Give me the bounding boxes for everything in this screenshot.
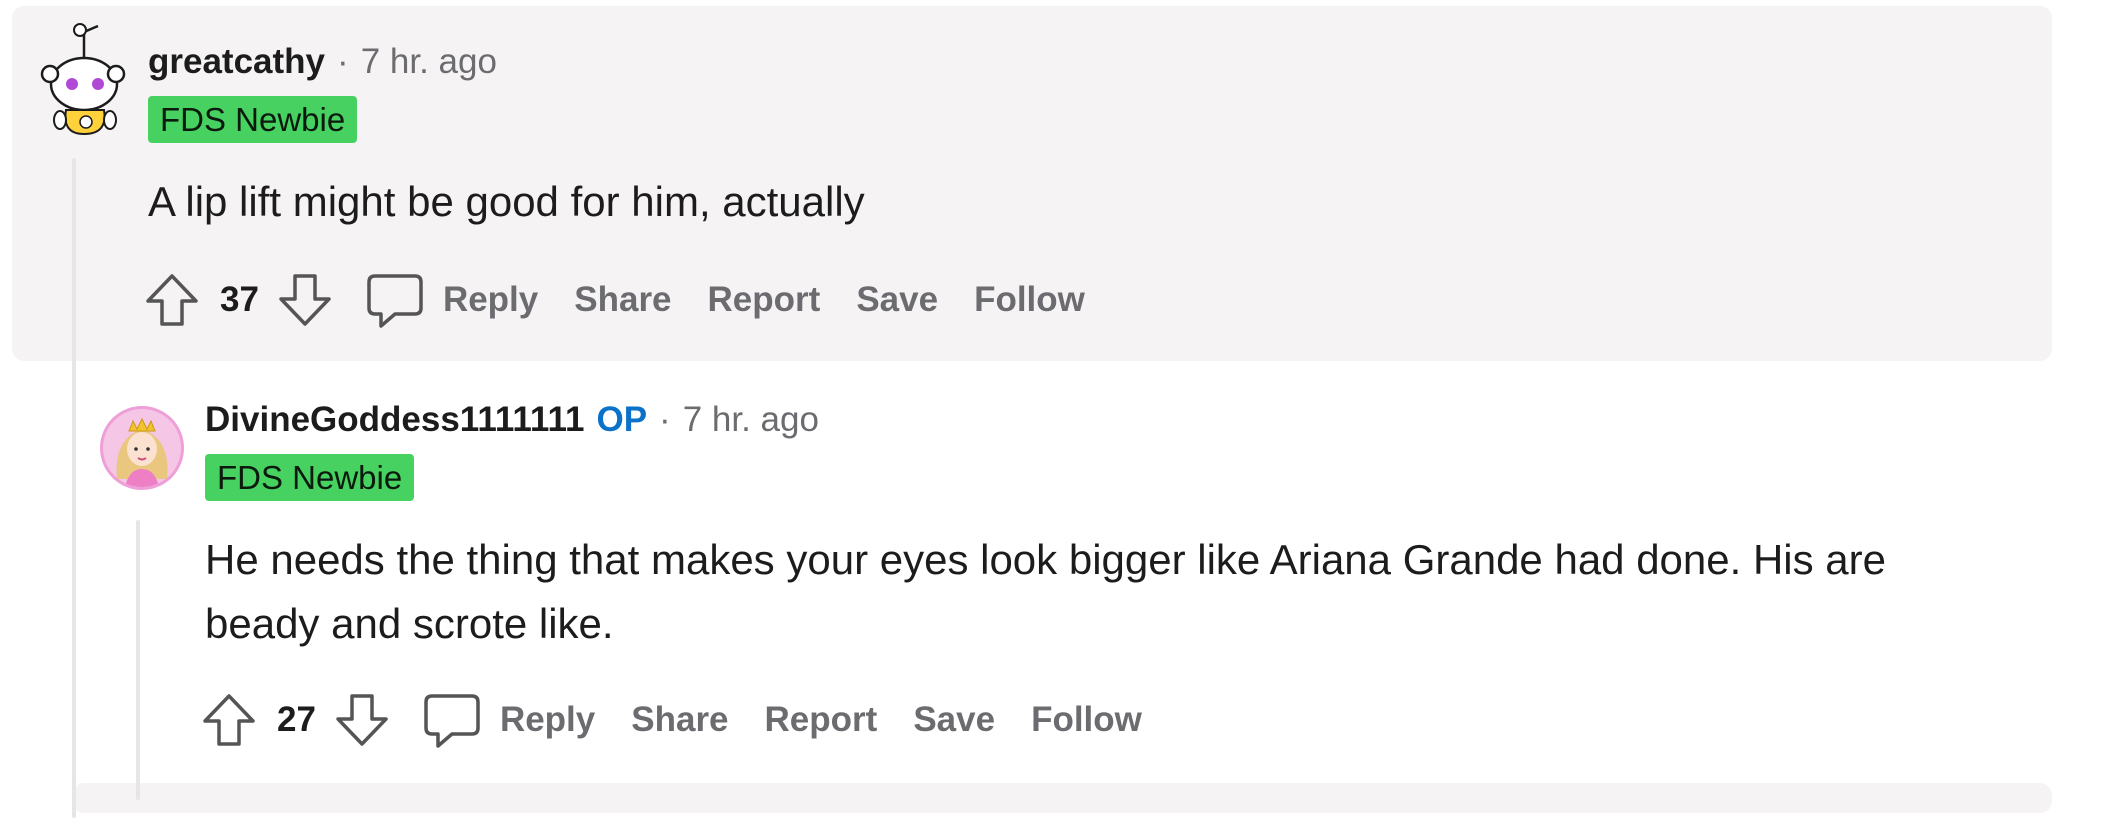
downvote-icon[interactable] bbox=[332, 690, 392, 750]
goddess-avatar-icon bbox=[116, 417, 168, 487]
share-button[interactable]: Share bbox=[631, 700, 728, 740]
save-button[interactable]: Save bbox=[913, 700, 995, 740]
username-link[interactable]: greatcathy bbox=[148, 42, 325, 82]
follow-button[interactable]: Follow bbox=[974, 280, 1085, 320]
comment-body-line: He needs the thing that makes your eyes … bbox=[205, 536, 1887, 583]
report-button[interactable]: Report bbox=[765, 700, 878, 740]
comment-body-line: beady and scrote like. bbox=[205, 600, 614, 647]
meta-separator: · bbox=[337, 42, 349, 81]
comment-header: DivineGoddess1111111 OP · 7 hr. ago bbox=[205, 396, 819, 444]
user-flair: FDS Newbie bbox=[205, 454, 415, 501]
meta-separator: · bbox=[659, 400, 671, 439]
reply-button[interactable]: Reply bbox=[443, 280, 538, 320]
op-badge: OP bbox=[596, 400, 648, 439]
thread-line-nested[interactable] bbox=[136, 520, 140, 800]
thread-line[interactable] bbox=[72, 158, 76, 818]
vote-score: 37 bbox=[220, 280, 259, 319]
user-avatar[interactable] bbox=[32, 22, 127, 137]
vote-score: 27 bbox=[277, 700, 316, 739]
comment-body: A lip lift might be good for him, actual… bbox=[148, 178, 865, 225]
reply-button[interactable]: Reply bbox=[500, 700, 595, 740]
timestamp-link[interactable]: 7 hr. ago bbox=[361, 42, 497, 82]
comment-bubble-icon[interactable] bbox=[365, 270, 425, 330]
downvote-icon[interactable] bbox=[275, 270, 335, 330]
user-flair: FDS Newbie bbox=[148, 96, 358, 143]
follow-button[interactable]: Follow bbox=[1031, 700, 1142, 740]
username-link[interactable]: DivineGoddess1111111 bbox=[205, 400, 584, 440]
upvote-icon[interactable] bbox=[199, 690, 259, 750]
comment-action-bar: 37 Reply Share Report Save Follow bbox=[142, 268, 1085, 332]
timestamp-link[interactable]: 7 hr. ago bbox=[683, 400, 819, 440]
comment-bubble-icon[interactable] bbox=[422, 690, 482, 750]
comment-body: He needs the thing that makes your eyes … bbox=[205, 528, 2045, 656]
upvote-icon[interactable] bbox=[142, 270, 202, 330]
save-button[interactable]: Save bbox=[856, 280, 938, 320]
report-button[interactable]: Report bbox=[708, 280, 821, 320]
share-button[interactable]: Share bbox=[574, 280, 671, 320]
comment-action-bar: 27 Reply Share Report Save Follow bbox=[199, 688, 1142, 752]
next-comment-background bbox=[72, 783, 2052, 813]
comment-header: greatcathy · 7 hr. ago bbox=[148, 38, 497, 86]
snoo-avatar-icon bbox=[40, 23, 126, 136]
user-avatar[interactable] bbox=[100, 406, 184, 490]
